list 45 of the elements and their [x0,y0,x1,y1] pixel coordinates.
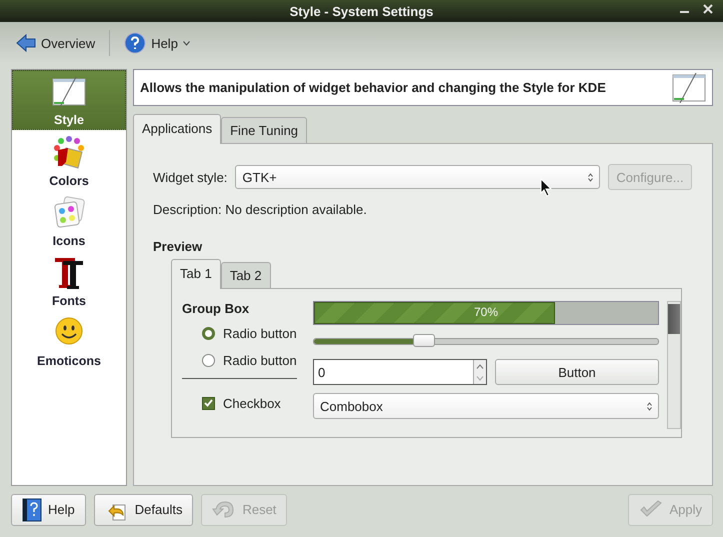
paint-bucket-icon [52,136,86,170]
radio-button[interactable]: Radio button [202,350,297,370]
tab[interactable]: Tab 1 [171,259,221,289]
close-icon[interactable] [703,4,713,14]
slider-handle[interactable] [413,334,436,347]
spin-box[interactable]: 0 [313,359,487,385]
preview-button[interactable]: Button [495,359,659,385]
spin-up-icon[interactable] [476,364,484,368]
help-button[interactable]: Help [11,494,86,526]
preview-combobox[interactable]: Combobox [313,393,659,419]
defaults-button[interactable]: Defaults [94,494,194,526]
widget-style-combobox[interactable]: GTK+ [235,165,600,189]
widget-style-label: Widget style: [153,170,228,184]
checkmark-icon [639,500,664,520]
window-icon [672,72,706,102]
radio-button[interactable]: Radio button [202,323,297,343]
style-description: Description: No description available. [153,202,368,217]
help-icon [124,32,146,54]
help-menu-button[interactable]: Help [118,28,196,58]
module-description: Allows the manipulation of widget behavior and changing the Style for KDE [140,80,606,95]
back-arrow-icon [16,33,36,53]
smiley-icon [54,316,84,346]
progress-reading: 70% [472,305,500,319]
overview-button[interactable]: Overview [10,29,102,57]
category-item[interactable]: Style [12,70,126,130]
category-item[interactable]: Fonts [12,250,126,310]
help-book-icon [22,498,42,522]
category-item[interactable]: Icons [12,190,126,250]
reset-arrow-icon [212,498,236,520]
typeface-icon [53,256,85,290]
group-box-title: Group Box [182,301,250,316]
vertical-scrollbar[interactable] [667,301,681,429]
updown-arrows-icon [647,402,652,410]
preview-heading: Preview [153,239,204,254]
tab[interactable]: Applications [133,114,222,144]
window-title: Style - System Settings [290,4,434,18]
category-item[interactable]: Emoticons [12,310,126,370]
checkbox[interactable]: Checkbox [202,393,297,413]
tab[interactable]: Tab 2 [220,262,271,288]
updown-arrows-icon [588,172,593,182]
icon-cards-icon [53,196,85,228]
mouse-pointer-icon [540,178,552,197]
category-item[interactable]: Colors [12,130,126,190]
tab[interactable]: Fine Tuning [221,117,308,143]
window-icon [52,77,86,107]
